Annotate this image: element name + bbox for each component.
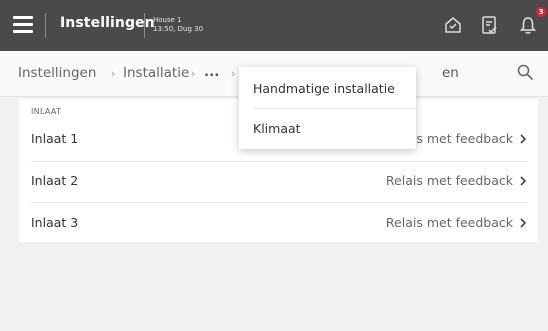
row-label: Inlaat 3 (31, 215, 79, 230)
divider (45, 13, 46, 38)
row-label: Inlaat 2 (31, 173, 79, 188)
bell-icon[interactable] (516, 13, 540, 37)
breadcrumb-separator: › (231, 67, 236, 80)
home-status-icon[interactable] (441, 13, 465, 37)
breadcrumb-separator: › (191, 67, 196, 80)
chevron-right-icon (520, 218, 527, 228)
house-info: House 1 13:50, Dug 30 (153, 16, 203, 34)
notification-badge: 3 (536, 7, 546, 17)
row-label: Inlaat 1 (31, 131, 79, 146)
chevron-right-icon (520, 176, 527, 186)
section-label: INLAAT (31, 107, 62, 116)
breadcrumb-separator: › (111, 67, 116, 80)
house-name: House 1 (153, 16, 182, 24)
menu-item-handmatige-installatie[interactable]: Handmatige installatie (253, 81, 395, 96)
row-value: Relais met feedback (385, 173, 513, 188)
breadcrumb-current: en (442, 65, 459, 81)
top-bar: Instellingen House 1 13:50, Dug 30 3 (0, 0, 548, 51)
checklist-icon[interactable] (477, 13, 501, 37)
breadcrumb-overflow-menu: Handmatige installatie Klimaat (239, 67, 416, 149)
chevron-right-icon (520, 134, 527, 144)
menu-icon[interactable] (13, 16, 33, 33)
datetime: 13:50, Dug 30 (153, 25, 204, 33)
list-item[interactable]: Inlaat 2 Relais met feedback (31, 161, 527, 202)
row-value: Relais met feedback (385, 215, 513, 230)
list-item[interactable]: Inlaat 3 Relais met feedback (31, 203, 527, 244)
breadcrumb-ellipsis[interactable]: ... (204, 64, 219, 80)
breadcrumb-item-installatie[interactable]: Installatie (123, 65, 189, 81)
divider (144, 13, 145, 38)
menu-item-klimaat[interactable]: Klimaat (253, 121, 301, 136)
search-icon[interactable] (516, 63, 534, 81)
breadcrumb-item-instellingen[interactable]: Instellingen (18, 65, 96, 81)
menu-divider (253, 108, 416, 109)
page-title: Instellingen (60, 15, 155, 31)
